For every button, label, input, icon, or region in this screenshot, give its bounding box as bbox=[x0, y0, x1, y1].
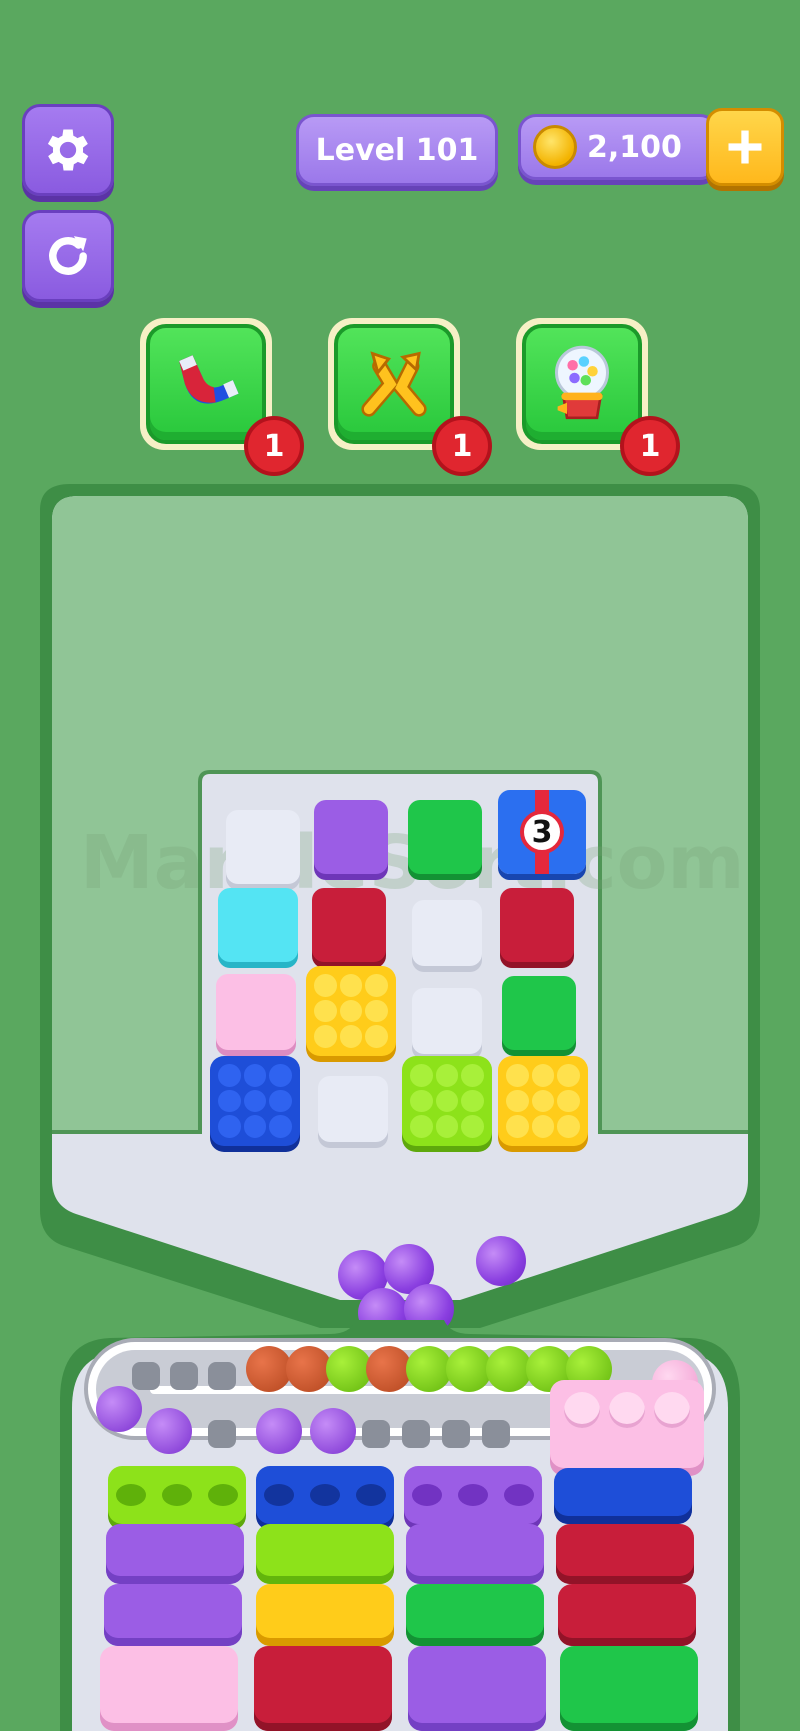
stack-layer-green bbox=[560, 1646, 698, 1731]
stack-layer-red bbox=[254, 1646, 392, 1731]
stack-layer-purple bbox=[408, 1646, 546, 1731]
plus-icon bbox=[728, 130, 762, 164]
track-slot bbox=[208, 1420, 236, 1448]
shuffle-count-badge: 1 bbox=[432, 416, 492, 476]
empty-slot bbox=[226, 810, 300, 884]
level-indicator: Level 101 bbox=[296, 114, 498, 186]
marble-purple bbox=[146, 1408, 192, 1454]
color-block-red[interactable] bbox=[500, 888, 574, 962]
color-block-green[interactable] bbox=[502, 976, 576, 1050]
stack-layer-red bbox=[556, 1524, 694, 1584]
stack-layer-pink bbox=[100, 1646, 238, 1731]
mystery-box[interactable]: 3 bbox=[498, 790, 586, 874]
peg-block-yellow[interactable] bbox=[498, 1056, 588, 1146]
restart-icon bbox=[49, 236, 87, 275]
gumball-machine-icon bbox=[554, 345, 610, 420]
empty-slot bbox=[412, 900, 482, 966]
color-block-pink[interactable] bbox=[216, 974, 296, 1050]
stack-layer-purple bbox=[406, 1524, 544, 1584]
track-slot bbox=[402, 1420, 430, 1448]
marble-purple bbox=[310, 1408, 356, 1454]
empty-slot bbox=[412, 988, 482, 1054]
level-label: Level 101 bbox=[315, 132, 479, 168]
mystery-box-count: 3 bbox=[520, 810, 564, 854]
coin-icon bbox=[533, 125, 577, 169]
stack-layer-red bbox=[558, 1584, 696, 1646]
pink-cap-piece[interactable] bbox=[550, 1380, 704, 1468]
coin-counter: 2,100 bbox=[518, 114, 718, 180]
cap-peg bbox=[609, 1392, 645, 1428]
stack-layer-green bbox=[406, 1584, 544, 1646]
coin-amount: 2,100 bbox=[587, 129, 682, 165]
stack-cap-purple[interactable] bbox=[404, 1466, 542, 1524]
color-block-green[interactable] bbox=[408, 800, 482, 874]
track-slot bbox=[362, 1420, 390, 1448]
color-block-cyan[interactable] bbox=[218, 888, 298, 962]
stack-cap-lime[interactable] bbox=[108, 1466, 246, 1524]
stack-layer-blue bbox=[554, 1468, 692, 1524]
stack-layer-purple bbox=[104, 1584, 242, 1646]
stack-layer-lime bbox=[256, 1524, 394, 1584]
stack-cap-blue[interactable] bbox=[256, 1466, 394, 1524]
peg-block-blue[interactable] bbox=[210, 1056, 300, 1146]
cap-peg bbox=[654, 1392, 690, 1428]
color-block-red[interactable] bbox=[312, 888, 386, 962]
peg-block-yellow[interactable] bbox=[306, 966, 396, 1056]
magnet-count-badge: 1 bbox=[244, 416, 304, 476]
magnet-icon bbox=[179, 355, 239, 404]
add-coins-button[interactable] bbox=[706, 108, 784, 186]
track-slot bbox=[132, 1362, 160, 1390]
cap-peg bbox=[564, 1392, 600, 1428]
empty-slot bbox=[318, 1076, 388, 1142]
marble-purple bbox=[256, 1408, 302, 1454]
watermark: MarbleSort.com bbox=[80, 820, 745, 906]
restart-button[interactable] bbox=[22, 210, 114, 302]
color-block-purple[interactable] bbox=[314, 800, 388, 874]
stack-layer-purple bbox=[106, 1524, 244, 1584]
marble-purple bbox=[96, 1386, 142, 1432]
stack-layer-yellow bbox=[256, 1584, 394, 1646]
track-slot bbox=[208, 1362, 236, 1390]
marble-purple bbox=[476, 1236, 526, 1286]
shuffle-arrows-icon bbox=[361, 351, 427, 417]
track-slot bbox=[442, 1420, 470, 1448]
gumball-count-badge: 1 bbox=[620, 416, 680, 476]
gear-icon bbox=[47, 129, 89, 171]
track-slot bbox=[170, 1362, 198, 1390]
settings-button[interactable] bbox=[22, 104, 114, 196]
peg-block-lime[interactable] bbox=[402, 1056, 492, 1146]
track-slot bbox=[482, 1420, 510, 1448]
